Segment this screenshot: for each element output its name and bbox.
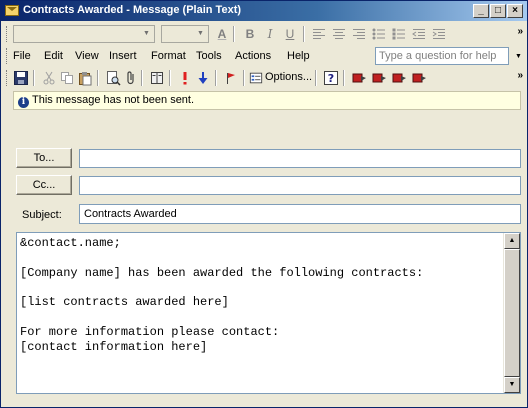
cut-icon[interactable] — [41, 70, 57, 86]
toolbar-separator — [233, 26, 235, 42]
flag-icon[interactable] — [223, 70, 239, 86]
cc-field[interactable] — [79, 176, 521, 195]
cc-button-label: Cc... — [32, 179, 56, 191]
toolbar-grip[interactable] — [6, 70, 9, 86]
menu-insert[interactable]: Insert — [109, 50, 137, 62]
toolbar-grip[interactable] — [6, 26, 9, 42]
font-color-icon[interactable]: A — [215, 27, 229, 41]
toolbar-separator — [97, 70, 99, 86]
window-title: Contracts Awarded - Message (Plain Text) — [23, 4, 242, 16]
toolbar-overflow-icon[interactable]: » — [517, 70, 522, 81]
svg-text:?: ? — [328, 72, 334, 85]
send-icon-2[interactable] — [371, 70, 387, 86]
subject-label: Subject: — [22, 209, 62, 221]
to-field[interactable] — [79, 149, 521, 168]
formatting-toolbar: ▼ ▼ A B I U » — [3, 23, 525, 45]
underline-icon[interactable]: U — [283, 27, 297, 41]
scroll-thumb[interactable] — [504, 249, 520, 377]
print-preview-icon[interactable] — [105, 70, 121, 86]
decrease-indent-icon[interactable] — [411, 26, 427, 42]
maximize-button[interactable]: □ — [490, 4, 506, 18]
font-size-combo[interactable]: ▼ — [161, 25, 209, 43]
scroll-down-button[interactable]: ▼ — [504, 377, 520, 393]
attach-icon[interactable] — [123, 70, 139, 86]
menu-grip[interactable] — [6, 48, 9, 64]
numbering-icon[interactable] — [391, 26, 407, 42]
message-window: Contracts Awarded - Message (Plain Text)… — [0, 0, 528, 408]
send-icon-4[interactable] — [411, 70, 427, 86]
high-importance-icon[interactable] — [177, 70, 193, 86]
info-icon: i — [18, 97, 29, 108]
menu-format[interactable]: Format — [151, 50, 186, 62]
options-button[interactable]: Options... — [265, 71, 312, 83]
align-right-icon[interactable] — [351, 26, 367, 42]
chevron-down-icon[interactable]: ▼ — [515, 53, 522, 60]
bullets-icon[interactable] — [371, 26, 387, 42]
to-button-label: To... — [33, 152, 55, 164]
toolbar-separator — [315, 70, 317, 86]
send-icon-1[interactable] — [351, 70, 367, 86]
message-body-text[interactable]: &contact.name; [Company name] has been a… — [20, 236, 500, 354]
align-left-icon[interactable] — [311, 26, 327, 42]
toolbar-separator — [243, 70, 245, 86]
save-icon[interactable] — [13, 70, 29, 86]
vertical-scrollbar[interactable]: ▲ ▼ — [503, 233, 520, 393]
envelope-icon — [5, 5, 19, 16]
help-icon[interactable]: ? — [323, 70, 339, 86]
toolbar-separator — [303, 26, 305, 42]
increase-indent-icon[interactable] — [431, 26, 447, 42]
menu-tools[interactable]: Tools — [196, 50, 222, 62]
bold-icon[interactable]: B — [243, 27, 257, 41]
chevron-down-icon[interactable]: ▼ — [194, 27, 207, 41]
minimize-button[interactable]: _ — [473, 4, 489, 18]
cc-button[interactable]: Cc... — [16, 175, 72, 195]
menu-edit[interactable]: Edit — [44, 50, 63, 62]
to-button[interactable]: To... — [16, 148, 72, 168]
align-center-icon[interactable] — [331, 26, 347, 42]
low-importance-icon[interactable] — [195, 70, 211, 86]
toolbar-separator — [141, 70, 143, 86]
help-search-input[interactable]: Type a question for help — [375, 47, 509, 65]
font-name-combo[interactable]: ▼ — [13, 25, 155, 43]
scroll-up-button[interactable]: ▲ — [504, 233, 520, 249]
copy-icon[interactable] — [59, 70, 75, 86]
info-bar-text: This message has not been sent. — [32, 94, 195, 106]
message-body[interactable]: &contact.name; [Company name] has been a… — [16, 232, 521, 394]
address-book-icon[interactable] — [149, 70, 165, 86]
standard-toolbar: Options... ? » — [3, 67, 525, 89]
menu-view[interactable]: View — [75, 50, 99, 62]
menu-file[interactable]: File — [13, 50, 31, 62]
options-icon[interactable] — [249, 70, 263, 86]
menu-help[interactable]: Help — [287, 50, 310, 62]
menu-actions[interactable]: Actions — [235, 50, 271, 62]
toolbar-separator — [215, 70, 217, 86]
title-bar[interactable]: Contracts Awarded - Message (Plain Text)… — [1, 1, 527, 21]
chevron-down-icon[interactable]: ▼ — [140, 27, 153, 41]
toolbar-separator — [169, 70, 171, 86]
toolbar-separator — [33, 70, 35, 86]
italic-icon[interactable]: I — [263, 27, 277, 41]
send-icon-3[interactable] — [391, 70, 407, 86]
toolbar-overflow-icon[interactable]: » — [517, 26, 522, 37]
subject-field[interactable]: Contracts Awarded — [79, 204, 521, 224]
toolbar-separator — [343, 70, 345, 86]
paste-icon[interactable] — [77, 70, 93, 86]
menu-bar: File Edit View Insert Format Tools Actio… — [3, 45, 525, 67]
close-button[interactable]: × — [507, 4, 523, 18]
info-bar: i This message has not been sent. — [13, 91, 521, 110]
